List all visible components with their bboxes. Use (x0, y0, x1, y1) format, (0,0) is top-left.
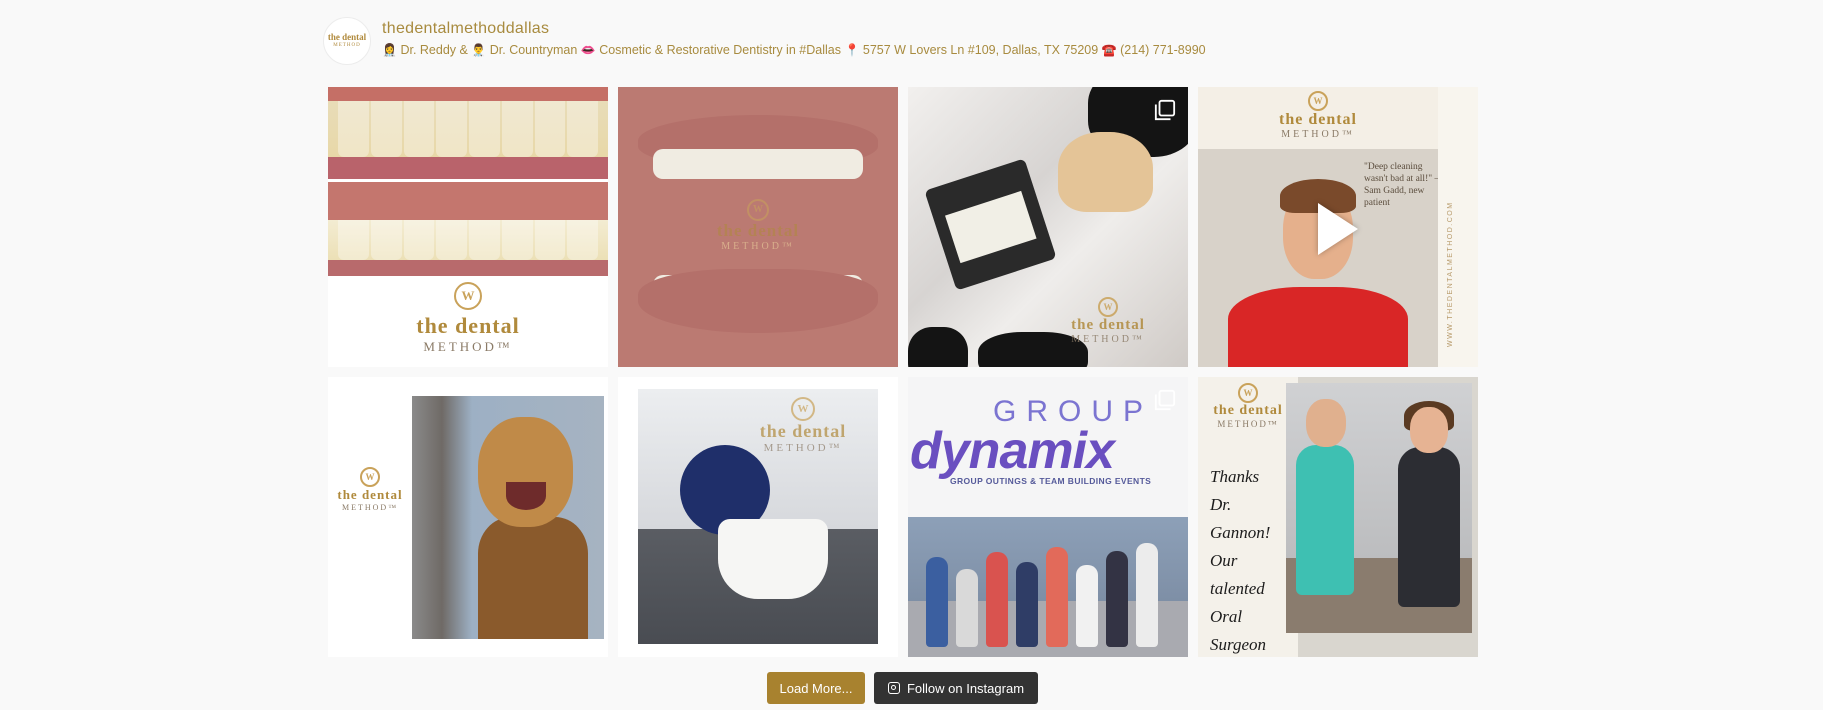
brand-name: the dental (1071, 317, 1145, 333)
note-line: talented (1210, 579, 1265, 598)
note-line: Our (1210, 551, 1238, 570)
profile-username[interactable]: thedentalmethoddallas (382, 20, 549, 38)
avatar-brand-sub: METHOD (333, 43, 361, 48)
male-dentist-emoji-icon: 👨‍⚕️ (471, 43, 487, 57)
doctor-scrubs-shape (1296, 445, 1354, 595)
monogram-icon: W (454, 282, 482, 310)
play-icon[interactable] (1318, 203, 1358, 255)
avatar-brand-name: the dental (327, 32, 367, 42)
brand-logo: W the dental METHOD™ (328, 467, 412, 512)
brand-sub: METHOD™ (423, 339, 513, 354)
brand-logo: W the dental METHOD™ (328, 282, 608, 355)
monogram-icon: W (791, 397, 815, 421)
monogram-icon: W (1238, 383, 1258, 403)
note-line: Oral (1210, 607, 1243, 626)
bio-phone: (214) 771-8990 (1120, 43, 1206, 57)
brand-name: the dental (337, 487, 403, 502)
bio-description: Cosmetic & Restorative Dentistry in #Dal… (599, 43, 845, 57)
note-line: Gannon! (1210, 523, 1271, 542)
brand-name: the dental (716, 221, 800, 240)
side-strip (1438, 87, 1478, 367)
profile-bio: 👩‍⚕️ Dr. Reddy & 👨‍⚕️ Dr. Countryman 👄 C… (382, 43, 1206, 57)
dog-body-shape (478, 517, 588, 639)
tagline: GROUP OUTINGS & TEAM BUILDING EVENTS (950, 476, 1152, 486)
instagram-post-6[interactable]: W the dental METHOD™ (618, 377, 898, 657)
brand-name: the dental (759, 421, 847, 441)
monogram-icon: W (1098, 297, 1118, 317)
note-line: Dr. (1210, 495, 1232, 514)
staff-face-shape (1410, 407, 1448, 453)
note-line: Surgeon (1210, 635, 1267, 654)
staff-body-shape (1398, 447, 1460, 607)
brand-name: the dental (1213, 403, 1283, 418)
note-line: Thanks (1210, 467, 1260, 486)
load-more-button[interactable]: Load More... (767, 672, 865, 704)
instagram-icon (887, 682, 900, 694)
team-photo (908, 517, 1188, 657)
gallery-icon (1154, 99, 1176, 121)
brand-sub: METHOD™ (763, 442, 843, 454)
follow-label: Follow on Instagram (906, 680, 1025, 696)
handwritten-note: Thanks Dr. Gannon! Our talented Oral Sur… (1210, 463, 1270, 657)
person-shirt-shape (1228, 287, 1408, 367)
profile-avatar[interactable]: the dental METHOD (323, 17, 371, 65)
monogram-icon: W (1308, 91, 1328, 111)
group-dynamix-banner: GROUP dynamix GROUP OUTINGS & TEAM BUILD… (908, 377, 1188, 517)
brand-watermark: W the dental METHOD™ (728, 397, 878, 454)
glove-shape (908, 327, 968, 367)
before-teeth-photo (328, 87, 608, 179)
instagram-post-8[interactable]: W the dental METHOD™ Thanks Dr. Gannon! … (1198, 377, 1478, 657)
brand-watermark: W the dental METHOD™ (618, 199, 898, 252)
dog-mouth-shape (506, 482, 546, 510)
after-teeth-photo (328, 182, 608, 276)
dynamix-label: dynamix (910, 422, 1115, 480)
instagram-post-4[interactable]: W the dental METHOD™ "Deep cleaning wasn… (1198, 87, 1478, 367)
dental-model (1058, 132, 1153, 212)
lower-lip-shape (638, 269, 878, 333)
brand-logo: W the dental METHOD™ (1198, 91, 1438, 140)
profile-header: the dental METHOD thedentalmethoddallas … (323, 17, 1523, 67)
bio-doctor-2: Dr. Countryman (489, 43, 581, 57)
gallery-icon (1154, 389, 1176, 411)
brand-sub: METHOD™ (341, 503, 399, 512)
instagram-post-1[interactable]: W the dental METHOD™ (328, 87, 608, 367)
testimonial-quote: "Deep cleaning wasn't bad at all!" – Sam… (1364, 162, 1440, 208)
instagram-post-2[interactable]: W the dental METHOD™ (618, 87, 898, 367)
pin-emoji-icon: 📍 (844, 43, 860, 57)
brand-watermark: W the dental METHOD™ (1048, 297, 1168, 345)
brand-sub: METHOD™ (1071, 334, 1145, 345)
bio-doctor-1: Dr. Reddy & (400, 43, 472, 57)
brand-name: the dental (1279, 111, 1357, 128)
website-text: WWW.THEDENTALMETHOD.COM (1447, 201, 1454, 347)
instagram-post-3[interactable]: W the dental METHOD™ (908, 87, 1188, 367)
brand-sub: METHOD™ (1217, 419, 1279, 429)
lips-emoji-icon: 👄 (580, 43, 596, 57)
brand-name: the dental (416, 313, 520, 338)
follow-on-instagram-button[interactable]: Follow on Instagram (874, 672, 1038, 704)
monogram-icon: W (747, 199, 769, 221)
instagram-post-7[interactable]: GROUP dynamix GROUP OUTINGS & TEAM BUILD… (908, 377, 1188, 657)
bio-address: 5757 W Lovers Ln #109, Dallas, TX 75209 (862, 43, 1102, 57)
phone-emoji-icon: ☎️ (1101, 43, 1117, 57)
brand-sub: METHOD™ (721, 241, 795, 252)
female-dentist-emoji-icon: 👩‍⚕️ (382, 43, 397, 57)
brand-sub: METHOD™ (1281, 129, 1355, 140)
instagram-post-5[interactable]: W the dental METHOD™ (328, 377, 608, 657)
monogram-icon: W (360, 467, 380, 487)
dog-head-shape (478, 417, 573, 527)
jaw-model-shape (718, 519, 828, 599)
brand-logo: W the dental METHOD™ (1200, 383, 1296, 429)
doctor-face-shape (1306, 399, 1346, 447)
upper-teeth-shape (653, 149, 863, 179)
